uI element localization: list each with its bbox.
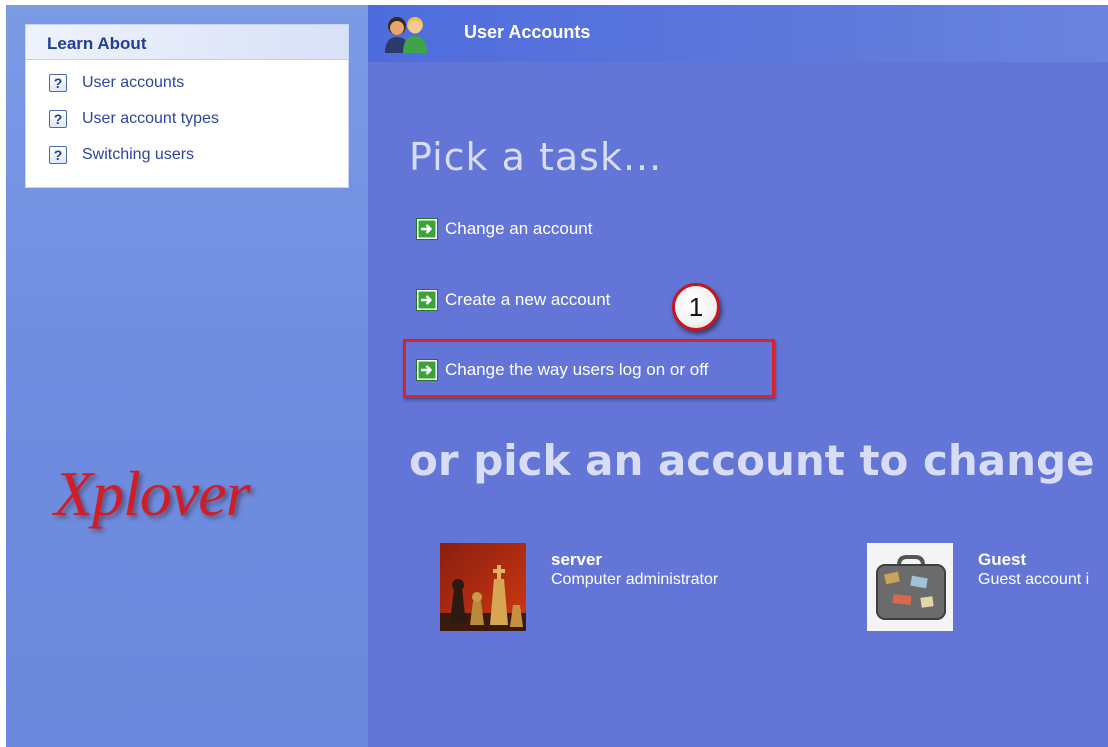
suitcase-picture	[867, 543, 953, 631]
account-name: Guest	[978, 550, 1027, 569]
xplover-logo: Xplover	[54, 458, 251, 529]
learn-item-user-accounts[interactable]: ? User accounts	[49, 72, 184, 94]
learn-item-label: Switching users	[82, 146, 195, 163]
window-title: User Accounts	[464, 22, 591, 42]
account-type: Guest account i	[978, 571, 1090, 588]
learn-item-user-account-types[interactable]: ? User account types	[49, 108, 219, 130]
learn-about-header: Learn About	[26, 25, 348, 60]
learn-about-panel: Learn About ? User accounts ? User accou…	[25, 24, 349, 188]
chess-pieces-picture	[440, 543, 526, 631]
title-bar: User Accounts	[368, 5, 1108, 62]
annotation-highlight-box	[403, 339, 775, 398]
task-label: Change an account	[445, 219, 593, 238]
green-arrow-icon	[416, 218, 438, 240]
user-accounts-window: Learn About ? User accounts ? User accou…	[6, 5, 1108, 747]
change-account-link[interactable]: Change an account	[416, 217, 592, 241]
help-icon: ?	[49, 110, 67, 128]
user-accounts-icon	[385, 17, 427, 53]
green-arrow-icon	[416, 289, 438, 311]
help-icon: ?	[49, 74, 67, 92]
learn-item-label: User accounts	[82, 74, 185, 91]
annotation-step-badge: 1	[672, 283, 720, 331]
learn-about-title: Learn About	[47, 34, 147, 53]
learn-item-switching-users[interactable]: ? Switching users	[49, 144, 194, 166]
account-type: Computer administrator	[551, 571, 719, 588]
pick-task-heading: Pick a task...	[409, 135, 663, 179]
main-content: User Accounts Pick a task... Change an a…	[368, 5, 1108, 747]
account-name: server	[551, 550, 603, 569]
learn-item-label: User account types	[82, 110, 219, 127]
create-account-link[interactable]: Create a new account	[416, 288, 610, 312]
help-icon: ?	[49, 146, 67, 164]
left-task-pane: Learn About ? User accounts ? User accou…	[6, 5, 368, 747]
task-label: Create a new account	[445, 290, 611, 309]
pick-account-heading: or pick an account to change	[409, 436, 1095, 485]
